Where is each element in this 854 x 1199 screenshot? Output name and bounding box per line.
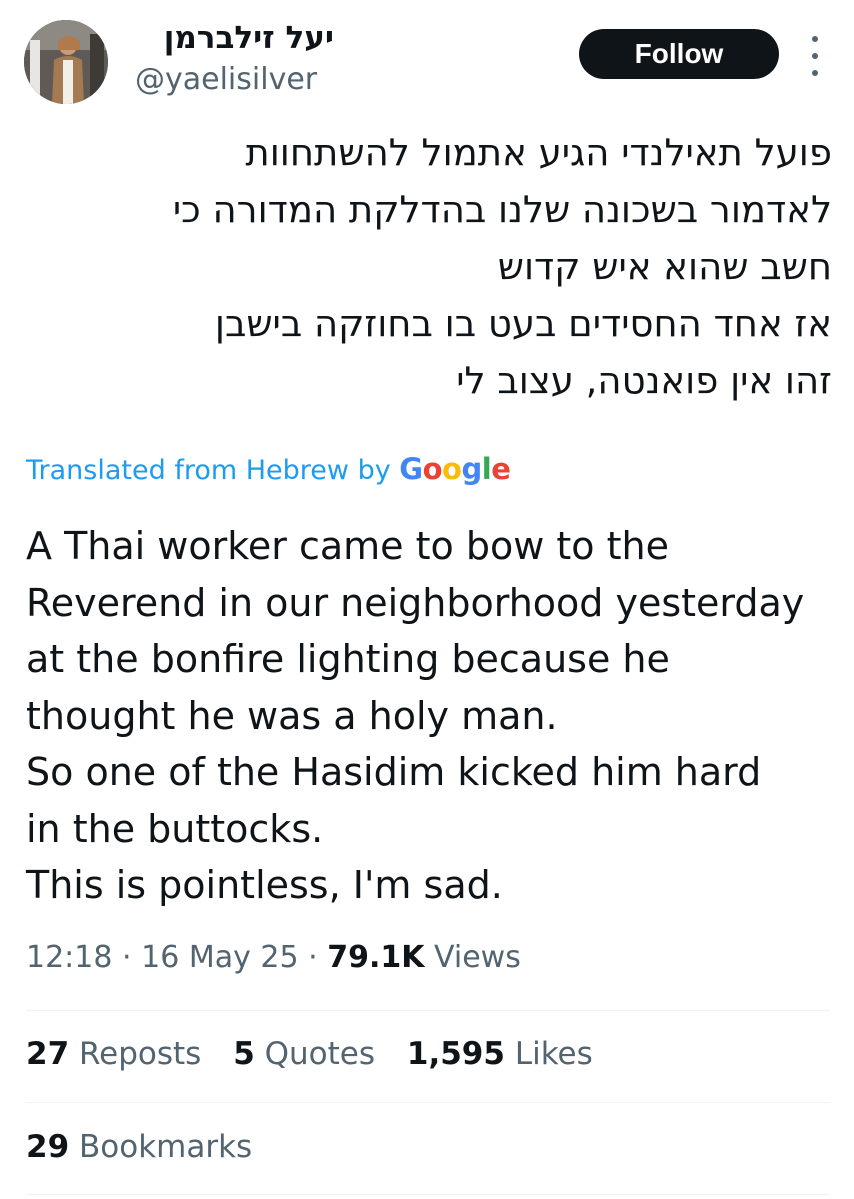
post-line: זהו אין פואנטה, עצוב לי: [456, 359, 832, 402]
post-line: אז אחד החסידים בעט בו בחוזקה בישבן: [214, 302, 832, 345]
likes-count: 1,595: [406, 1036, 505, 1072]
post-text-translation: A Thai worker came to bow to the Reveren…: [26, 518, 841, 914]
quotes-count: 5: [233, 1036, 255, 1072]
quotes-stat[interactable]: 5 Quotes: [233, 1036, 375, 1072]
translation-line: Reverend in our neighborhood yesterday: [26, 580, 805, 625]
post-text-original: פועל תאילנדי הגיע אתמול להשתחוות לאדמור …: [32, 124, 832, 409]
google-logo: Google: [399, 452, 511, 486]
divider: [26, 1194, 830, 1195]
avatar[interactable]: [24, 20, 108, 104]
user-handle[interactable]: @yaelisilver: [135, 62, 317, 97]
display-name[interactable]: יעל זילברמן: [164, 20, 334, 56]
post-time[interactable]: 12:18: [26, 940, 112, 975]
views-count: 79.1K: [327, 940, 425, 975]
translation-line: So one of the Hasidim kicked him hard: [26, 750, 762, 794]
translation-line: in the buttocks.: [26, 806, 324, 851]
more-vertical-icon[interactable]: [800, 36, 830, 76]
translation-attribution[interactable]: Translated from Hebrew by Google: [26, 452, 511, 486]
post-line: חשב שהוא איש קדוש: [497, 245, 832, 288]
likes-stat[interactable]: 1,595 Likes: [407, 1036, 593, 1072]
post-meta: 12:18 · 16 May 25 · 79.1K Views: [26, 940, 521, 975]
reposts-label: Reposts: [79, 1036, 202, 1072]
reposts-count: 27: [26, 1036, 70, 1072]
divider: [26, 1102, 830, 1103]
bookmarks-stat[interactable]: 29 Bookmarks: [26, 1129, 252, 1165]
translation-line: thought he was a holy man.: [26, 693, 558, 738]
translated-label: Translated from Hebrew by: [26, 455, 391, 486]
reposts-stat[interactable]: 27 Reposts: [26, 1036, 201, 1072]
likes-label: Likes: [514, 1036, 593, 1072]
post-line: לאדמור בשכונה שלנו בהדלקת המדורה כי: [172, 188, 832, 231]
views-label: Views: [434, 940, 521, 975]
translation-line: A Thai worker came to bow to the: [26, 524, 669, 568]
engagement-stats: 27 Reposts 5 Quotes 1,595 Likes: [26, 1036, 615, 1072]
bookmarks-label: Bookmarks: [79, 1129, 253, 1165]
quotes-label: Quotes: [264, 1036, 376, 1072]
divider: [26, 1010, 830, 1011]
separator: ·: [308, 940, 318, 975]
bookmarks-count: 29: [26, 1129, 70, 1165]
follow-button[interactable]: Follow: [579, 29, 779, 79]
post-line: פועל תאילנדי הגיע אתמול להשתחוות: [245, 131, 832, 174]
translation-line: at the bonfire lighting because he: [26, 637, 670, 681]
post-date[interactable]: 16 May 25: [141, 940, 298, 975]
separator: ·: [122, 940, 132, 975]
translation-line: This is pointless, I'm sad.: [26, 863, 503, 907]
